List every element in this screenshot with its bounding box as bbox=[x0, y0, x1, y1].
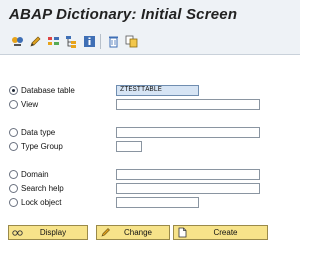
view-input[interactable] bbox=[116, 99, 260, 110]
info-icon[interactable] bbox=[82, 34, 97, 49]
type-group-input[interactable] bbox=[116, 141, 142, 152]
data-type-input[interactable] bbox=[116, 127, 260, 138]
search-help-radio[interactable] bbox=[9, 184, 18, 193]
display-button[interactable]: Display bbox=[8, 225, 88, 240]
search-help-input[interactable] bbox=[116, 183, 260, 194]
lock-object-radio[interactable] bbox=[9, 198, 18, 207]
view-radio[interactable] bbox=[9, 100, 18, 109]
search-help-row: Search help bbox=[9, 183, 289, 197]
lock-object-row: Lock object bbox=[9, 197, 289, 211]
data-type-label: Data type bbox=[21, 128, 56, 137]
delete-icon[interactable] bbox=[106, 34, 121, 49]
application-toolbar bbox=[0, 30, 300, 55]
database-table-row: Database table ZTESTTABLE bbox=[9, 85, 289, 99]
database-table-radio[interactable] bbox=[9, 86, 18, 95]
data-type-row: Data type bbox=[9, 127, 289, 141]
copy-icon[interactable] bbox=[124, 34, 139, 49]
create-button-label: Create bbox=[213, 228, 238, 237]
view-label: View bbox=[21, 100, 39, 109]
create-button[interactable]: Create bbox=[173, 225, 268, 240]
where-used-icon[interactable] bbox=[10, 34, 25, 49]
toolbar-separator bbox=[100, 34, 101, 49]
domain-label: Domain bbox=[21, 170, 49, 179]
display-button-label: Display bbox=[39, 228, 67, 237]
domain-input[interactable] bbox=[116, 169, 260, 180]
type-group-row: Type Group bbox=[9, 141, 289, 155]
edit-pencil-icon[interactable] bbox=[28, 34, 43, 49]
domain-radio[interactable] bbox=[9, 170, 18, 179]
change-button[interactable]: Change bbox=[96, 225, 170, 240]
hierarchy-icon[interactable] bbox=[64, 34, 79, 49]
search-help-label: Search help bbox=[21, 184, 64, 193]
change-button-label: Change bbox=[123, 228, 153, 237]
lock-object-input[interactable] bbox=[116, 197, 199, 208]
screen-title: ABAP Dictionary: Initial Screen bbox=[9, 6, 238, 23]
database-table-input[interactable]: ZTESTTABLE bbox=[116, 85, 199, 96]
type-group-radio[interactable] bbox=[9, 142, 18, 151]
lock-object-label: Lock object bbox=[21, 198, 62, 207]
database-table-label: Database table bbox=[21, 86, 75, 95]
data-type-radio[interactable] bbox=[9, 128, 18, 137]
view-row: View bbox=[9, 99, 289, 113]
type-group-label: Type Group bbox=[21, 142, 63, 151]
title-bar: ABAP Dictionary: Initial Screen bbox=[0, 0, 300, 30]
object-list-icon[interactable] bbox=[46, 34, 61, 49]
domain-row: Domain bbox=[9, 169, 289, 183]
